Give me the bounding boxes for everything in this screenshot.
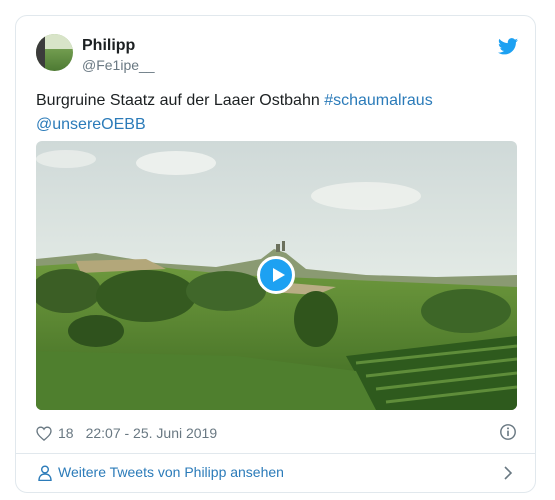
more-tweets-label[interactable]: Weitere Tweets von Philipp ansehen xyxy=(58,464,284,480)
play-icon[interactable] xyxy=(257,256,295,294)
like-count[interactable]: 18 xyxy=(58,425,74,441)
heart-icon[interactable] xyxy=(36,425,52,441)
author-avatar[interactable] xyxy=(36,34,73,71)
hashtag-link[interactable]: #schaumalraus xyxy=(324,92,433,109)
twitter-bird-icon[interactable] xyxy=(498,38,518,55)
author-name[interactable]: Philipp xyxy=(82,37,135,55)
tweet-text-main: Burgruine Staatz auf der Laaer Ostbahn xyxy=(36,92,320,109)
tweet-text: Burgruine Staatz auf der Laaer Ostbahn #… xyxy=(36,89,516,137)
tweet-card: Philipp @Fe1ipe__ Burgruine Staatz auf d… xyxy=(15,15,536,493)
more-tweets-link[interactable]: Weitere Tweets von Philipp ansehen xyxy=(16,454,535,492)
mention-link[interactable]: @unsereOEBB xyxy=(36,116,146,133)
tweet-timestamp[interactable]: 22:07 - 25. Juni 2019 xyxy=(86,425,218,441)
chevron-right-icon[interactable] xyxy=(503,466,513,480)
tweet-video[interactable] xyxy=(36,141,517,410)
tweet-meta: 18 22:07 - 25. Juni 2019 xyxy=(36,423,217,443)
person-icon xyxy=(38,465,52,481)
info-icon[interactable] xyxy=(499,423,517,441)
author-handle[interactable]: @Fe1ipe__ xyxy=(82,57,155,73)
